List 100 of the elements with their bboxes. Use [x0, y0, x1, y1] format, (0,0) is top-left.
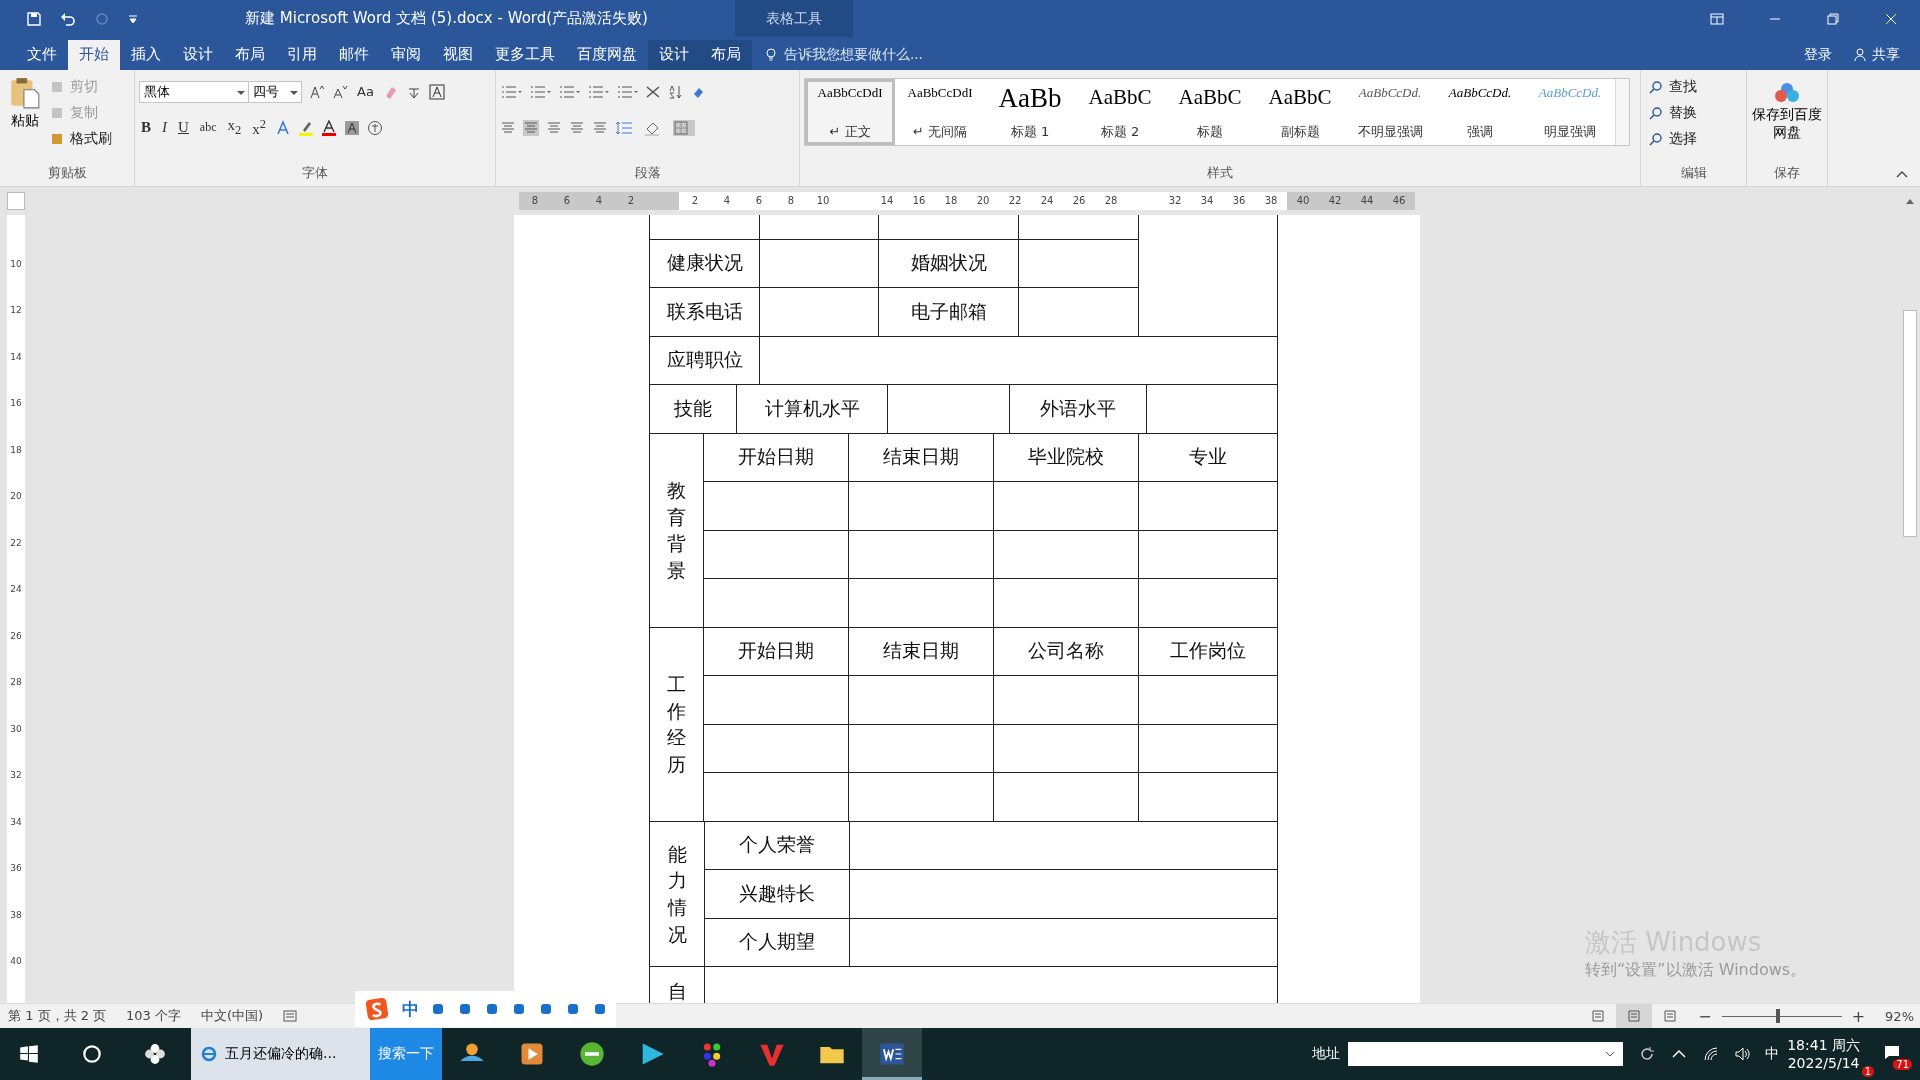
- language-indicator[interactable]: 中文(中国): [201, 1007, 264, 1025]
- ruler-number: 2: [627, 195, 635, 207]
- format-button[interactable]: I: [160, 119, 169, 137]
- gallery-scrollbar[interactable]: [1615, 78, 1629, 145]
- address-label: 地址: [1312, 1045, 1341, 1063]
- ribbon-tab[interactable]: 设计: [648, 39, 700, 70]
- font-color-icon[interactable]: [321, 119, 337, 136]
- ruler-number: 22: [9, 537, 23, 550]
- zoom-in-button[interactable]: +: [1851, 1006, 1866, 1026]
- tell-me-field[interactable]: 告诉我您想要做什么...: [764, 39, 923, 70]
- paste-button[interactable]: 粘贴: [4, 73, 46, 164]
- editing-action[interactable]: 选择: [1645, 125, 1742, 152]
- format-button[interactable]: B: [139, 119, 153, 137]
- editing-action[interactable]: 替换: [1645, 99, 1742, 126]
- save-to-cloud-button[interactable]: 保存到百度网盘: [1751, 73, 1823, 148]
- horizontal-ruler[interactable]: 8 6 4 2 2 4 6 8 10 14 16 18 20 22 24 26 28 32 34 36 38 40 42 44 46: [519, 191, 1415, 210]
- table-cell: 联系电话: [650, 288, 760, 337]
- ruler-number: 14: [9, 351, 23, 364]
- ribbon-tab[interactable]: 邮件: [328, 39, 380, 70]
- ruler-number: 28: [1104, 195, 1118, 207]
- table-cell: 教育背景: [650, 433, 704, 628]
- enclosed-character-icon[interactable]: [367, 119, 383, 136]
- view-button[interactable]: [1616, 1004, 1653, 1028]
- volume-icon[interactable]: [1735, 1046, 1752, 1062]
- wifi-icon[interactable]: [1703, 1046, 1720, 1062]
- lightbulb-icon: [764, 47, 778, 62]
- ime-tool-icon[interactable]: [565, 1001, 581, 1017]
- taskbar-search-field[interactable]: 五月还偏冷的确...: [191, 1028, 370, 1080]
- font-name-field[interactable]: 黑体: [139, 80, 249, 103]
- ribbon-tab[interactable]: 文件: [16, 39, 68, 70]
- ribbon-tab[interactable]: 更多工具: [484, 39, 566, 70]
- search-button[interactable]: 搜索一下: [370, 1028, 442, 1080]
- table-cell: 个人荣誉: [705, 821, 850, 871]
- ribbon-tab[interactable]: 布局: [224, 39, 276, 70]
- character-shading-icon[interactable]: [344, 119, 360, 136]
- ribbon-tab[interactable]: 引用: [276, 39, 328, 70]
- action-center-icon[interactable]: [1884, 1044, 1900, 1060]
- editing-action[interactable]: 查找: [1645, 73, 1742, 100]
- ime-tool-icon[interactable]: [511, 1001, 527, 1017]
- word-app-icon[interactable]: [862, 1028, 922, 1080]
- change-case-button[interactable]: Aa: [355, 84, 376, 100]
- borders-icon[interactable]: [673, 119, 695, 136]
- customize-icon[interactable]: [128, 13, 138, 24]
- font-size-field[interactable]: 四号: [248, 80, 302, 103]
- collapse-ribbon-icon[interactable]: [1896, 169, 1908, 178]
- highlighter-icon[interactable]: [298, 119, 314, 136]
- ime-tool-icon[interactable]: [538, 1001, 554, 1017]
- ruler-number: 16: [912, 195, 926, 207]
- format-button[interactable]: x$_{2}$: [225, 117, 244, 139]
- vertical-ruler[interactable]: 10 12 14 16 18 20 22 24 26 28 30 32 34 36 38 40: [7, 214, 25, 1003]
- pinwheel-icon[interactable]: [144, 1043, 166, 1065]
- ribbon-display-icon[interactable]: [1709, 10, 1725, 27]
- save-icon[interactable]: [26, 10, 42, 27]
- ruler-number: 8: [531, 195, 539, 207]
- ribbon-tab[interactable]: 设计: [172, 39, 224, 70]
- clipboard-action[interactable]: 格式刷: [46, 125, 116, 152]
- input-language-indicator[interactable]: 中: [1765, 1045, 1780, 1063]
- ime-tool-icon[interactable]: [457, 1001, 473, 1017]
- text-effects-icon[interactable]: [275, 119, 291, 136]
- ruler-number: 6: [563, 195, 571, 207]
- input-mode-toggle[interactable]: 中: [402, 997, 419, 1021]
- ime-tool-icon[interactable]: [430, 1001, 446, 1017]
- windows-start-icon[interactable]: [18, 1043, 40, 1065]
- restore-icon[interactable]: [1825, 10, 1841, 27]
- ribbon-tab[interactable]: 开始: [68, 39, 120, 70]
- format-button[interactable]: abc: [197, 120, 219, 136]
- character-border-icon[interactable]: [428, 83, 445, 100]
- ribbon-tab[interactable]: 视图: [432, 39, 484, 70]
- notification-badge: 1: [1861, 1066, 1874, 1077]
- ruler-number: 28: [9, 677, 23, 690]
- address-field[interactable]: [1348, 1042, 1624, 1066]
- page-view-icon: [1591, 1009, 1606, 1023]
- ribbon-tab[interactable]: 百度网盘: [566, 39, 648, 70]
- dropdown-icon: [1605, 1049, 1616, 1059]
- ribbon-tab[interactable]: 审阅: [380, 39, 432, 70]
- shrink-font-icon[interactable]: [332, 83, 348, 100]
- ime-tool-icon[interactable]: [592, 1001, 608, 1017]
- zoom-level[interactable]: 92%: [1885, 1008, 1914, 1024]
- table-cell: 计算机水平: [737, 385, 888, 434]
- format-button[interactable]: x$^{2}$: [250, 117, 268, 139]
- ruler-number: 42: [1328, 195, 1342, 207]
- activation-hint: 转到“设置”以激活 Windows。: [1585, 959, 1807, 981]
- format-button[interactable]: U: [176, 119, 191, 137]
- clock[interactable]: 18:41 周六 2022/5/14: [1787, 1037, 1860, 1071]
- word-count[interactable]: 103 个字: [126, 1007, 182, 1025]
- zoom-out-button[interactable]: −: [1698, 1006, 1712, 1026]
- ruler-number: 40: [9, 956, 23, 969]
- ribbon-tab[interactable]: 布局: [700, 39, 752, 70]
- page-count[interactable]: 第 1 页，共 2 页: [8, 1007, 107, 1025]
- share-button[interactable]: 共享: [1848, 39, 1906, 70]
- ime-tool-icon[interactable]: [484, 1001, 500, 1017]
- sort-icon[interactable]: [668, 83, 684, 100]
- align-icon[interactable]: [523, 119, 539, 136]
- grow-font-icon[interactable]: [309, 83, 325, 100]
- ribbon-tab[interactable]: 插入: [120, 39, 172, 70]
- refresh-icon[interactable]: [1639, 1046, 1656, 1062]
- sign-in-link[interactable]: 登录: [1798, 39, 1838, 70]
- style-option[interactable]: AaBbCcDdI ↵ 正文: [805, 78, 895, 145]
- group-label: 字体: [301, 163, 329, 182]
- search-circle-icon[interactable]: [81, 1043, 103, 1065]
